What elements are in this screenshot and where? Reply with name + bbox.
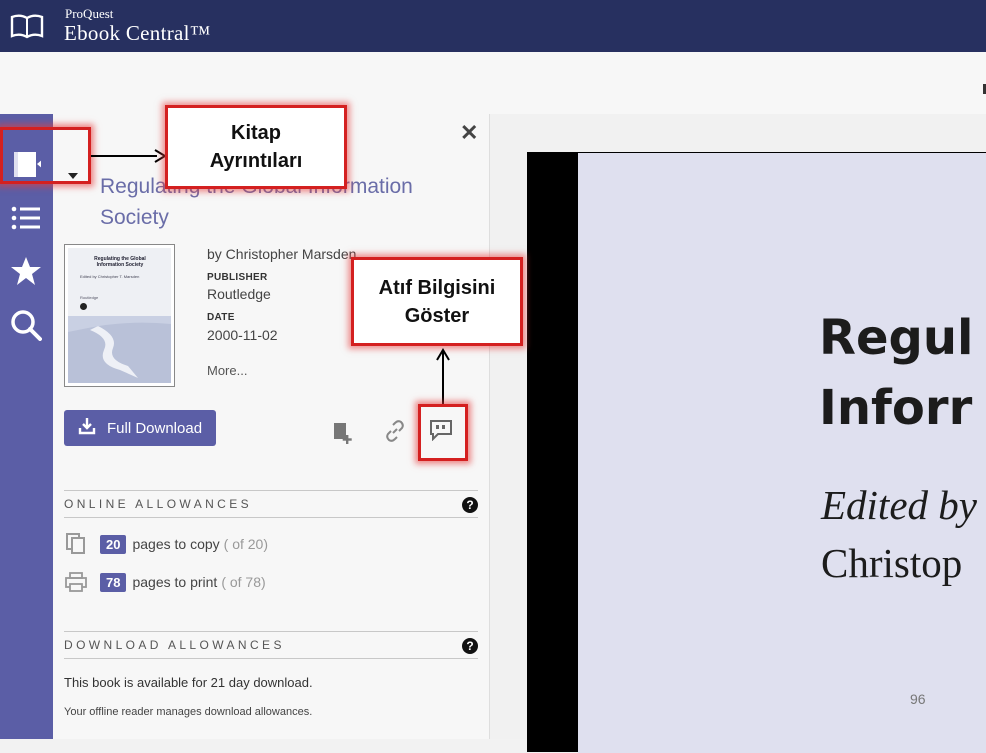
cite-icon-highlight xyxy=(418,404,468,461)
open-book-icon[interactable] xyxy=(0,0,53,52)
help-icon[interactable]: ? xyxy=(462,638,478,654)
date-value: 2000-11-02 xyxy=(207,327,278,343)
download-allowances-heading: DOWNLOAD ALLOWANCES ? xyxy=(64,631,478,659)
help-icon[interactable]: ? xyxy=(462,497,478,513)
left-rail xyxy=(0,114,53,739)
page-number: 96 xyxy=(910,691,926,707)
page-frame: Regul Inforr Edited by Christop 96 xyxy=(527,152,986,753)
offline-reader-note: Your offline reader manages download all… xyxy=(64,706,313,718)
book-details-highlight xyxy=(0,127,91,184)
print-count-badge: 78 xyxy=(100,572,127,592)
copy-label: pages to copy xyxy=(132,536,220,552)
print-icon xyxy=(64,570,88,594)
full-download-button[interactable]: Full Download xyxy=(64,410,216,446)
print-label: pages to print xyxy=(132,574,218,590)
full-download-label: Full Download xyxy=(107,419,203,437)
copy-icon xyxy=(64,532,88,556)
page-edited-by: Edited by xyxy=(821,482,977,528)
cover-title: Regulating the Global Information Societ… xyxy=(94,256,146,268)
copy-count-badge: 20 xyxy=(100,534,127,554)
arrowhead-up-icon xyxy=(436,348,450,361)
list-icon[interactable] xyxy=(10,202,42,234)
reader-toolbar xyxy=(0,52,986,115)
publisher-label: PUBLISHER xyxy=(207,272,268,283)
app-header: ProQuest Ebook Central™ xyxy=(0,0,986,52)
star-icon[interactable] xyxy=(10,255,42,287)
book-author[interactable]: by Christopher Marsden xyxy=(207,246,356,262)
book-page[interactable]: Regul Inforr Edited by Christop 96 xyxy=(578,153,986,753)
more-link[interactable]: More... xyxy=(207,363,247,378)
download-icon xyxy=(78,417,96,439)
page-heading: Regul Inforr xyxy=(819,310,974,436)
print-of-total: ( of 78) xyxy=(221,574,266,590)
search-icon[interactable] xyxy=(10,309,42,341)
copy-of-total: ( of 20) xyxy=(223,536,268,552)
page-viewer[interactable]: Regul Inforr Edited by Christop 96 xyxy=(490,114,986,753)
close-icon[interactable]: ✕ xyxy=(460,120,478,146)
cover-subtitle: Edited by Christopher T. Marsden xyxy=(80,274,140,279)
book-details-callout: Kitap Ayrıntıları xyxy=(165,105,347,189)
online-allowances-heading: ONLINE ALLOWANCES ? xyxy=(64,490,478,518)
page-editor-name: Christop xyxy=(821,540,963,586)
publisher-value: Routledge xyxy=(207,286,271,302)
cover-artwork xyxy=(68,316,171,383)
add-to-bookshelf-icon[interactable] xyxy=(329,419,357,447)
copy-allowance-row: 20 pages to copy ( of 20) xyxy=(64,532,268,556)
arrow-to-book-details-callout xyxy=(91,155,157,157)
cover-publisher: Routledge xyxy=(80,295,99,300)
book-cover[interactable]: Regulating the Global Information Societ… xyxy=(64,244,175,387)
print-allowance-row: 78 pages to print ( of 78) xyxy=(64,570,266,594)
show-citation-callout: Atıf Bilgisini Göster xyxy=(351,257,523,346)
brand-proquest[interactable]: ProQuest xyxy=(65,6,113,22)
brand-ebook-central[interactable]: Ebook Central™ xyxy=(64,21,211,46)
link-icon[interactable] xyxy=(381,417,409,445)
download-period-text: This book is available for 21 day downlo… xyxy=(64,675,313,690)
cover-publisher-mark xyxy=(80,303,87,310)
date-label: DATE xyxy=(207,312,235,323)
